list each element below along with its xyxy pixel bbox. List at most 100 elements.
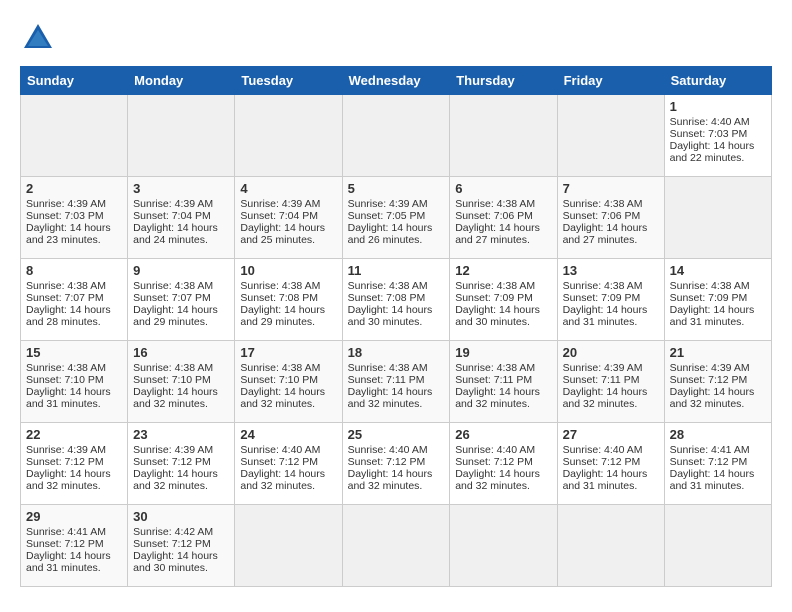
day-number: 30 <box>133 509 229 524</box>
day-number: 8 <box>26 263 122 278</box>
calendar-cell <box>235 505 342 587</box>
sunset-label: Sunset: 7:05 PM <box>348 210 426 222</box>
sunrise-label: Sunrise: 4:38 AM <box>26 362 106 374</box>
sunrise-label: Sunrise: 4:38 AM <box>133 362 213 374</box>
daylight-label: Daylight: 14 hours and 30 minutes. <box>133 550 218 574</box>
sunset-label: Sunset: 7:12 PM <box>348 456 426 468</box>
sunrise-label: Sunrise: 4:38 AM <box>563 280 643 292</box>
day-number: 21 <box>670 345 766 360</box>
calendar-cell: 16 Sunrise: 4:38 AM Sunset: 7:10 PM Dayl… <box>128 341 235 423</box>
sunset-label: Sunset: 7:11 PM <box>563 374 640 386</box>
day-number: 15 <box>26 345 122 360</box>
daylight-label: Daylight: 14 hours and 31 minutes. <box>670 304 755 328</box>
day-number: 9 <box>133 263 229 278</box>
day-number: 24 <box>240 427 336 442</box>
sunset-label: Sunset: 7:09 PM <box>670 292 748 304</box>
day-number: 20 <box>563 345 659 360</box>
daylight-label: Daylight: 14 hours and 24 minutes. <box>133 222 218 246</box>
daylight-label: Daylight: 14 hours and 28 minutes. <box>26 304 111 328</box>
sunrise-label: Sunrise: 4:39 AM <box>240 198 320 210</box>
daylight-label: Daylight: 14 hours and 26 minutes. <box>348 222 433 246</box>
calendar-cell <box>664 177 771 259</box>
day-number: 28 <box>670 427 766 442</box>
calendar-cell: 26 Sunrise: 4:40 AM Sunset: 7:12 PM Dayl… <box>450 423 557 505</box>
calendar-cell <box>235 95 342 177</box>
calendar-cell: 17 Sunrise: 4:38 AM Sunset: 7:10 PM Dayl… <box>235 341 342 423</box>
daylight-label: Daylight: 14 hours and 32 minutes. <box>26 468 111 492</box>
col-monday: Monday <box>128 67 235 95</box>
sunrise-label: Sunrise: 4:38 AM <box>240 362 320 374</box>
calendar-cell: 9 Sunrise: 4:38 AM Sunset: 7:07 PM Dayli… <box>128 259 235 341</box>
daylight-label: Daylight: 14 hours and 32 minutes. <box>348 386 433 410</box>
calendar-week-3: 8 Sunrise: 4:38 AM Sunset: 7:07 PM Dayli… <box>21 259 772 341</box>
sunset-label: Sunset: 7:07 PM <box>133 292 211 304</box>
sunset-label: Sunset: 7:12 PM <box>26 456 104 468</box>
daylight-label: Daylight: 14 hours and 29 minutes. <box>240 304 325 328</box>
daylight-label: Daylight: 14 hours and 32 minutes. <box>563 386 648 410</box>
sunrise-label: Sunrise: 4:41 AM <box>670 444 750 456</box>
sunrise-label: Sunrise: 4:40 AM <box>563 444 643 456</box>
sunset-label: Sunset: 7:06 PM <box>455 210 533 222</box>
daylight-label: Daylight: 14 hours and 31 minutes. <box>26 550 111 574</box>
sunrise-label: Sunrise: 4:39 AM <box>133 444 213 456</box>
sunrise-label: Sunrise: 4:39 AM <box>133 198 213 210</box>
calendar-week-2: 2 Sunrise: 4:39 AM Sunset: 7:03 PM Dayli… <box>21 177 772 259</box>
daylight-label: Daylight: 14 hours and 29 minutes. <box>133 304 218 328</box>
calendar-cell: 23 Sunrise: 4:39 AM Sunset: 7:12 PM Dayl… <box>128 423 235 505</box>
sunset-label: Sunset: 7:12 PM <box>563 456 641 468</box>
day-number: 1 <box>670 99 766 114</box>
calendar-cell: 5 Sunrise: 4:39 AM Sunset: 7:05 PM Dayli… <box>342 177 450 259</box>
day-number: 27 <box>563 427 659 442</box>
page-header <box>20 20 772 56</box>
calendar-cell: 6 Sunrise: 4:38 AM Sunset: 7:06 PM Dayli… <box>450 177 557 259</box>
calendar-week-5: 22 Sunrise: 4:39 AM Sunset: 7:12 PM Dayl… <box>21 423 772 505</box>
logo <box>20 20 62 56</box>
calendar-cell: 28 Sunrise: 4:41 AM Sunset: 7:12 PM Dayl… <box>664 423 771 505</box>
sunset-label: Sunset: 7:04 PM <box>133 210 211 222</box>
calendar-cell: 4 Sunrise: 4:39 AM Sunset: 7:04 PM Dayli… <box>235 177 342 259</box>
daylight-label: Daylight: 14 hours and 32 minutes. <box>133 468 218 492</box>
sunset-label: Sunset: 7:11 PM <box>455 374 532 386</box>
sunrise-label: Sunrise: 4:38 AM <box>133 280 213 292</box>
sunrise-label: Sunrise: 4:38 AM <box>348 362 428 374</box>
daylight-label: Daylight: 14 hours and 32 minutes. <box>240 468 325 492</box>
daylight-label: Daylight: 14 hours and 27 minutes. <box>563 222 648 246</box>
sunset-label: Sunset: 7:12 PM <box>455 456 533 468</box>
sunrise-label: Sunrise: 4:40 AM <box>455 444 535 456</box>
day-number: 10 <box>240 263 336 278</box>
daylight-label: Daylight: 14 hours and 31 minutes. <box>563 304 648 328</box>
sunset-label: Sunset: 7:09 PM <box>563 292 641 304</box>
calendar-cell: 21 Sunrise: 4:39 AM Sunset: 7:12 PM Dayl… <box>664 341 771 423</box>
calendar-cell: 12 Sunrise: 4:38 AM Sunset: 7:09 PM Dayl… <box>450 259 557 341</box>
calendar-cell: 15 Sunrise: 4:38 AM Sunset: 7:10 PM Dayl… <box>21 341 128 423</box>
col-thursday: Thursday <box>450 67 557 95</box>
calendar-cell: 7 Sunrise: 4:38 AM Sunset: 7:06 PM Dayli… <box>557 177 664 259</box>
day-number: 18 <box>348 345 445 360</box>
calendar-cell <box>342 505 450 587</box>
calendar-table: Sunday Monday Tuesday Wednesday Thursday… <box>20 66 772 587</box>
sunset-label: Sunset: 7:10 PM <box>133 374 211 386</box>
calendar-cell: 19 Sunrise: 4:38 AM Sunset: 7:11 PM Dayl… <box>450 341 557 423</box>
sunrise-label: Sunrise: 4:39 AM <box>670 362 750 374</box>
calendar-cell: 13 Sunrise: 4:38 AM Sunset: 7:09 PM Dayl… <box>557 259 664 341</box>
sunrise-label: Sunrise: 4:39 AM <box>26 198 106 210</box>
sunrise-label: Sunrise: 4:38 AM <box>455 280 535 292</box>
calendar-cell: 11 Sunrise: 4:38 AM Sunset: 7:08 PM Dayl… <box>342 259 450 341</box>
sunrise-label: Sunrise: 4:38 AM <box>563 198 643 210</box>
calendar-cell <box>450 505 557 587</box>
calendar-cell: 1 Sunrise: 4:40 AM Sunset: 7:03 PM Dayli… <box>664 95 771 177</box>
calendar-cell: 27 Sunrise: 4:40 AM Sunset: 7:12 PM Dayl… <box>557 423 664 505</box>
day-number: 26 <box>455 427 551 442</box>
sunrise-label: Sunrise: 4:38 AM <box>455 198 535 210</box>
sunset-label: Sunset: 7:10 PM <box>240 374 318 386</box>
calendar-cell <box>21 95 128 177</box>
daylight-label: Daylight: 14 hours and 31 minutes. <box>563 468 648 492</box>
calendar-cell: 20 Sunrise: 4:39 AM Sunset: 7:11 PM Dayl… <box>557 341 664 423</box>
day-number: 16 <box>133 345 229 360</box>
sunrise-label: Sunrise: 4:38 AM <box>348 280 428 292</box>
calendar-cell: 14 Sunrise: 4:38 AM Sunset: 7:09 PM Dayl… <box>664 259 771 341</box>
day-number: 5 <box>348 181 445 196</box>
sunset-label: Sunset: 7:12 PM <box>133 538 211 550</box>
daylight-label: Daylight: 14 hours and 31 minutes. <box>670 468 755 492</box>
day-number: 13 <box>563 263 659 278</box>
